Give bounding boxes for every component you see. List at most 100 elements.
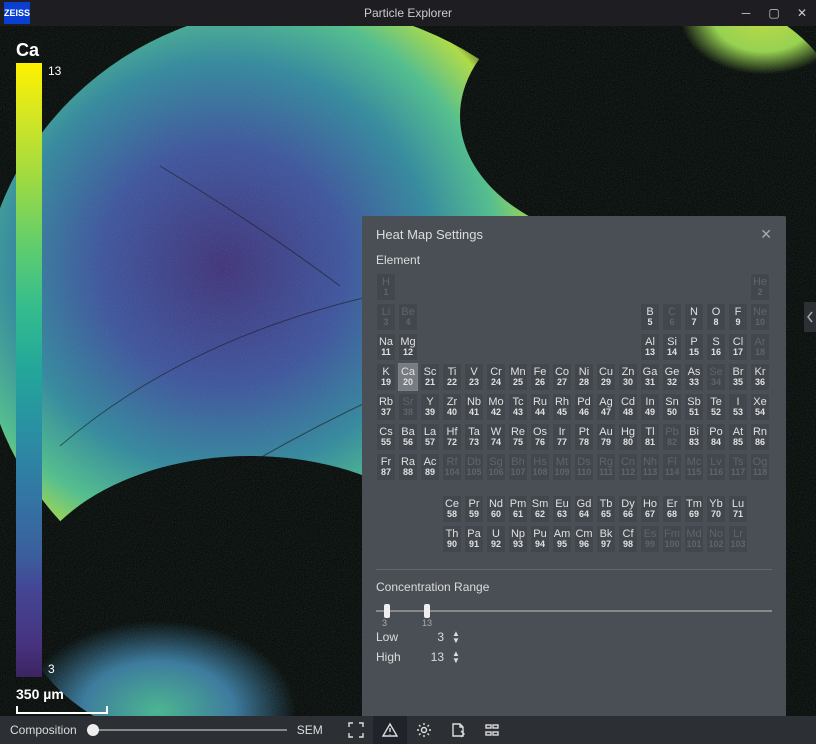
element-cell-er[interactable]: Er68 bbox=[662, 495, 682, 523]
element-cell-p[interactable]: P15 bbox=[684, 333, 704, 361]
element-cell-hs[interactable]: Hs108 bbox=[530, 453, 550, 481]
element-cell-c[interactable]: C6 bbox=[662, 303, 682, 331]
element-cell-at[interactable]: At85 bbox=[728, 423, 748, 451]
element-cell-yb[interactable]: Yb70 bbox=[706, 495, 726, 523]
element-cell-as[interactable]: As33 bbox=[684, 363, 704, 391]
analysis-button[interactable] bbox=[475, 716, 509, 744]
element-cell-th[interactable]: Th90 bbox=[442, 525, 462, 553]
element-cell-tb[interactable]: Tb65 bbox=[596, 495, 616, 523]
element-cell-o[interactable]: O8 bbox=[706, 303, 726, 331]
element-cell-la[interactable]: La57 bbox=[420, 423, 440, 451]
element-cell-pt[interactable]: Pt78 bbox=[574, 423, 594, 451]
fullscreen-button[interactable] bbox=[339, 716, 373, 744]
element-cell-nh[interactable]: Nh113 bbox=[640, 453, 660, 481]
slider-thumb-high[interactable] bbox=[424, 604, 430, 618]
element-cell-ti[interactable]: Ti22 bbox=[442, 363, 462, 391]
maximize-button[interactable]: ▢ bbox=[760, 0, 788, 26]
element-cell-sr[interactable]: Sr38 bbox=[398, 393, 418, 421]
element-cell-mo[interactable]: Mo42 bbox=[486, 393, 506, 421]
element-cell-br[interactable]: Br35 bbox=[728, 363, 748, 391]
element-cell-sb[interactable]: Sb51 bbox=[684, 393, 704, 421]
element-cell-es[interactable]: Es99 bbox=[640, 525, 660, 553]
low-spinner[interactable]: ▲▼ bbox=[452, 630, 460, 644]
element-cell-ds[interactable]: Ds110 bbox=[574, 453, 594, 481]
element-cell-te[interactable]: Te52 bbox=[706, 393, 726, 421]
element-cell-np[interactable]: Np93 bbox=[508, 525, 528, 553]
panel-close-button[interactable]: ✕ bbox=[760, 226, 772, 243]
element-cell-ta[interactable]: Ta73 bbox=[464, 423, 484, 451]
element-cell-xe[interactable]: Xe54 bbox=[750, 393, 770, 421]
element-cell-mt[interactable]: Mt109 bbox=[552, 453, 572, 481]
slider-thumb-low[interactable] bbox=[384, 604, 390, 618]
warning-tool-button[interactable] bbox=[373, 716, 407, 744]
element-cell-sc[interactable]: Sc21 bbox=[420, 363, 440, 391]
element-cell-ra[interactable]: Ra88 bbox=[398, 453, 418, 481]
element-cell-al[interactable]: Al13 bbox=[640, 333, 660, 361]
element-cell-ge[interactable]: Ge32 bbox=[662, 363, 682, 391]
element-cell-ag[interactable]: Ag47 bbox=[596, 393, 616, 421]
element-cell-re[interactable]: Re75 bbox=[508, 423, 528, 451]
element-cell-s[interactable]: S16 bbox=[706, 333, 726, 361]
element-cell-nd[interactable]: Nd60 bbox=[486, 495, 506, 523]
element-cell-ce[interactable]: Ce58 bbox=[442, 495, 462, 523]
element-cell-mn[interactable]: Mn25 bbox=[508, 363, 528, 391]
element-cell-cl[interactable]: Cl17 bbox=[728, 333, 748, 361]
element-cell-cm[interactable]: Cm96 bbox=[574, 525, 594, 553]
element-cell-ac[interactable]: Ac89 bbox=[420, 453, 440, 481]
element-cell-sm[interactable]: Sm62 bbox=[530, 495, 550, 523]
element-cell-bk[interactable]: Bk97 bbox=[596, 525, 616, 553]
settings-button[interactable] bbox=[407, 716, 441, 744]
element-cell-ar[interactable]: Ar18 bbox=[750, 333, 770, 361]
element-cell-n[interactable]: N7 bbox=[684, 303, 704, 331]
element-cell-ts[interactable]: Ts117 bbox=[728, 453, 748, 481]
element-cell-og[interactable]: Og118 bbox=[750, 453, 770, 481]
element-cell-gd[interactable]: Gd64 bbox=[574, 495, 594, 523]
element-cell-zr[interactable]: Zr40 bbox=[442, 393, 462, 421]
heatmap-canvas[interactable]: Ca 13 3 350 µm Heat Map Settings ✕ Eleme… bbox=[0, 26, 816, 716]
element-cell-lr[interactable]: Lr103 bbox=[728, 525, 748, 553]
element-cell-ho[interactable]: Ho67 bbox=[640, 495, 660, 523]
element-cell-co[interactable]: Co27 bbox=[552, 363, 572, 391]
element-cell-v[interactable]: V23 bbox=[464, 363, 484, 391]
element-cell-pm[interactable]: Pm61 bbox=[508, 495, 528, 523]
element-cell-hg[interactable]: Hg80 bbox=[618, 423, 638, 451]
collapse-sidebar-handle[interactable] bbox=[804, 302, 816, 332]
element-cell-tm[interactable]: Tm69 bbox=[684, 495, 704, 523]
element-cell-cn[interactable]: Cn112 bbox=[618, 453, 638, 481]
element-cell-na[interactable]: Na11 bbox=[376, 333, 396, 361]
element-cell-se[interactable]: Se34 bbox=[706, 363, 726, 391]
element-cell-fr[interactable]: Fr87 bbox=[376, 453, 396, 481]
element-cell-zn[interactable]: Zn30 bbox=[618, 363, 638, 391]
element-cell-i[interactable]: I53 bbox=[728, 393, 748, 421]
element-cell-h[interactable]: H1 bbox=[376, 273, 396, 301]
composition-slider[interactable] bbox=[87, 722, 287, 738]
element-cell-ni[interactable]: Ni28 bbox=[574, 363, 594, 391]
element-cell-sg[interactable]: Sg106 bbox=[486, 453, 506, 481]
high-spinner[interactable]: ▲▼ bbox=[452, 650, 460, 664]
element-cell-cu[interactable]: Cu29 bbox=[596, 363, 616, 391]
element-cell-mg[interactable]: Mg12 bbox=[398, 333, 418, 361]
element-cell-u[interactable]: U92 bbox=[486, 525, 506, 553]
close-button[interactable]: ✕ bbox=[788, 0, 816, 26]
element-cell-cs[interactable]: Cs55 bbox=[376, 423, 396, 451]
element-cell-hf[interactable]: Hf72 bbox=[442, 423, 462, 451]
element-cell-y[interactable]: Y39 bbox=[420, 393, 440, 421]
element-cell-he[interactable]: He2 bbox=[750, 273, 770, 301]
element-cell-eu[interactable]: Eu63 bbox=[552, 495, 572, 523]
element-cell-si[interactable]: Si14 bbox=[662, 333, 682, 361]
element-cell-rb[interactable]: Rb37 bbox=[376, 393, 396, 421]
element-cell-ga[interactable]: Ga31 bbox=[640, 363, 660, 391]
element-cell-mc[interactable]: Mc115 bbox=[684, 453, 704, 481]
element-cell-md[interactable]: Md101 bbox=[684, 525, 704, 553]
element-cell-no[interactable]: No102 bbox=[706, 525, 726, 553]
element-cell-bi[interactable]: Bi83 bbox=[684, 423, 704, 451]
element-cell-cr[interactable]: Cr24 bbox=[486, 363, 506, 391]
element-cell-pu[interactable]: Pu94 bbox=[530, 525, 550, 553]
element-cell-w[interactable]: W74 bbox=[486, 423, 506, 451]
element-cell-ru[interactable]: Ru44 bbox=[530, 393, 550, 421]
element-cell-ca[interactable]: Ca20 bbox=[398, 363, 418, 391]
element-cell-be[interactable]: Be4 bbox=[398, 303, 418, 331]
element-cell-sn[interactable]: Sn50 bbox=[662, 393, 682, 421]
element-cell-rh[interactable]: Rh45 bbox=[552, 393, 572, 421]
element-cell-am[interactable]: Am95 bbox=[552, 525, 572, 553]
